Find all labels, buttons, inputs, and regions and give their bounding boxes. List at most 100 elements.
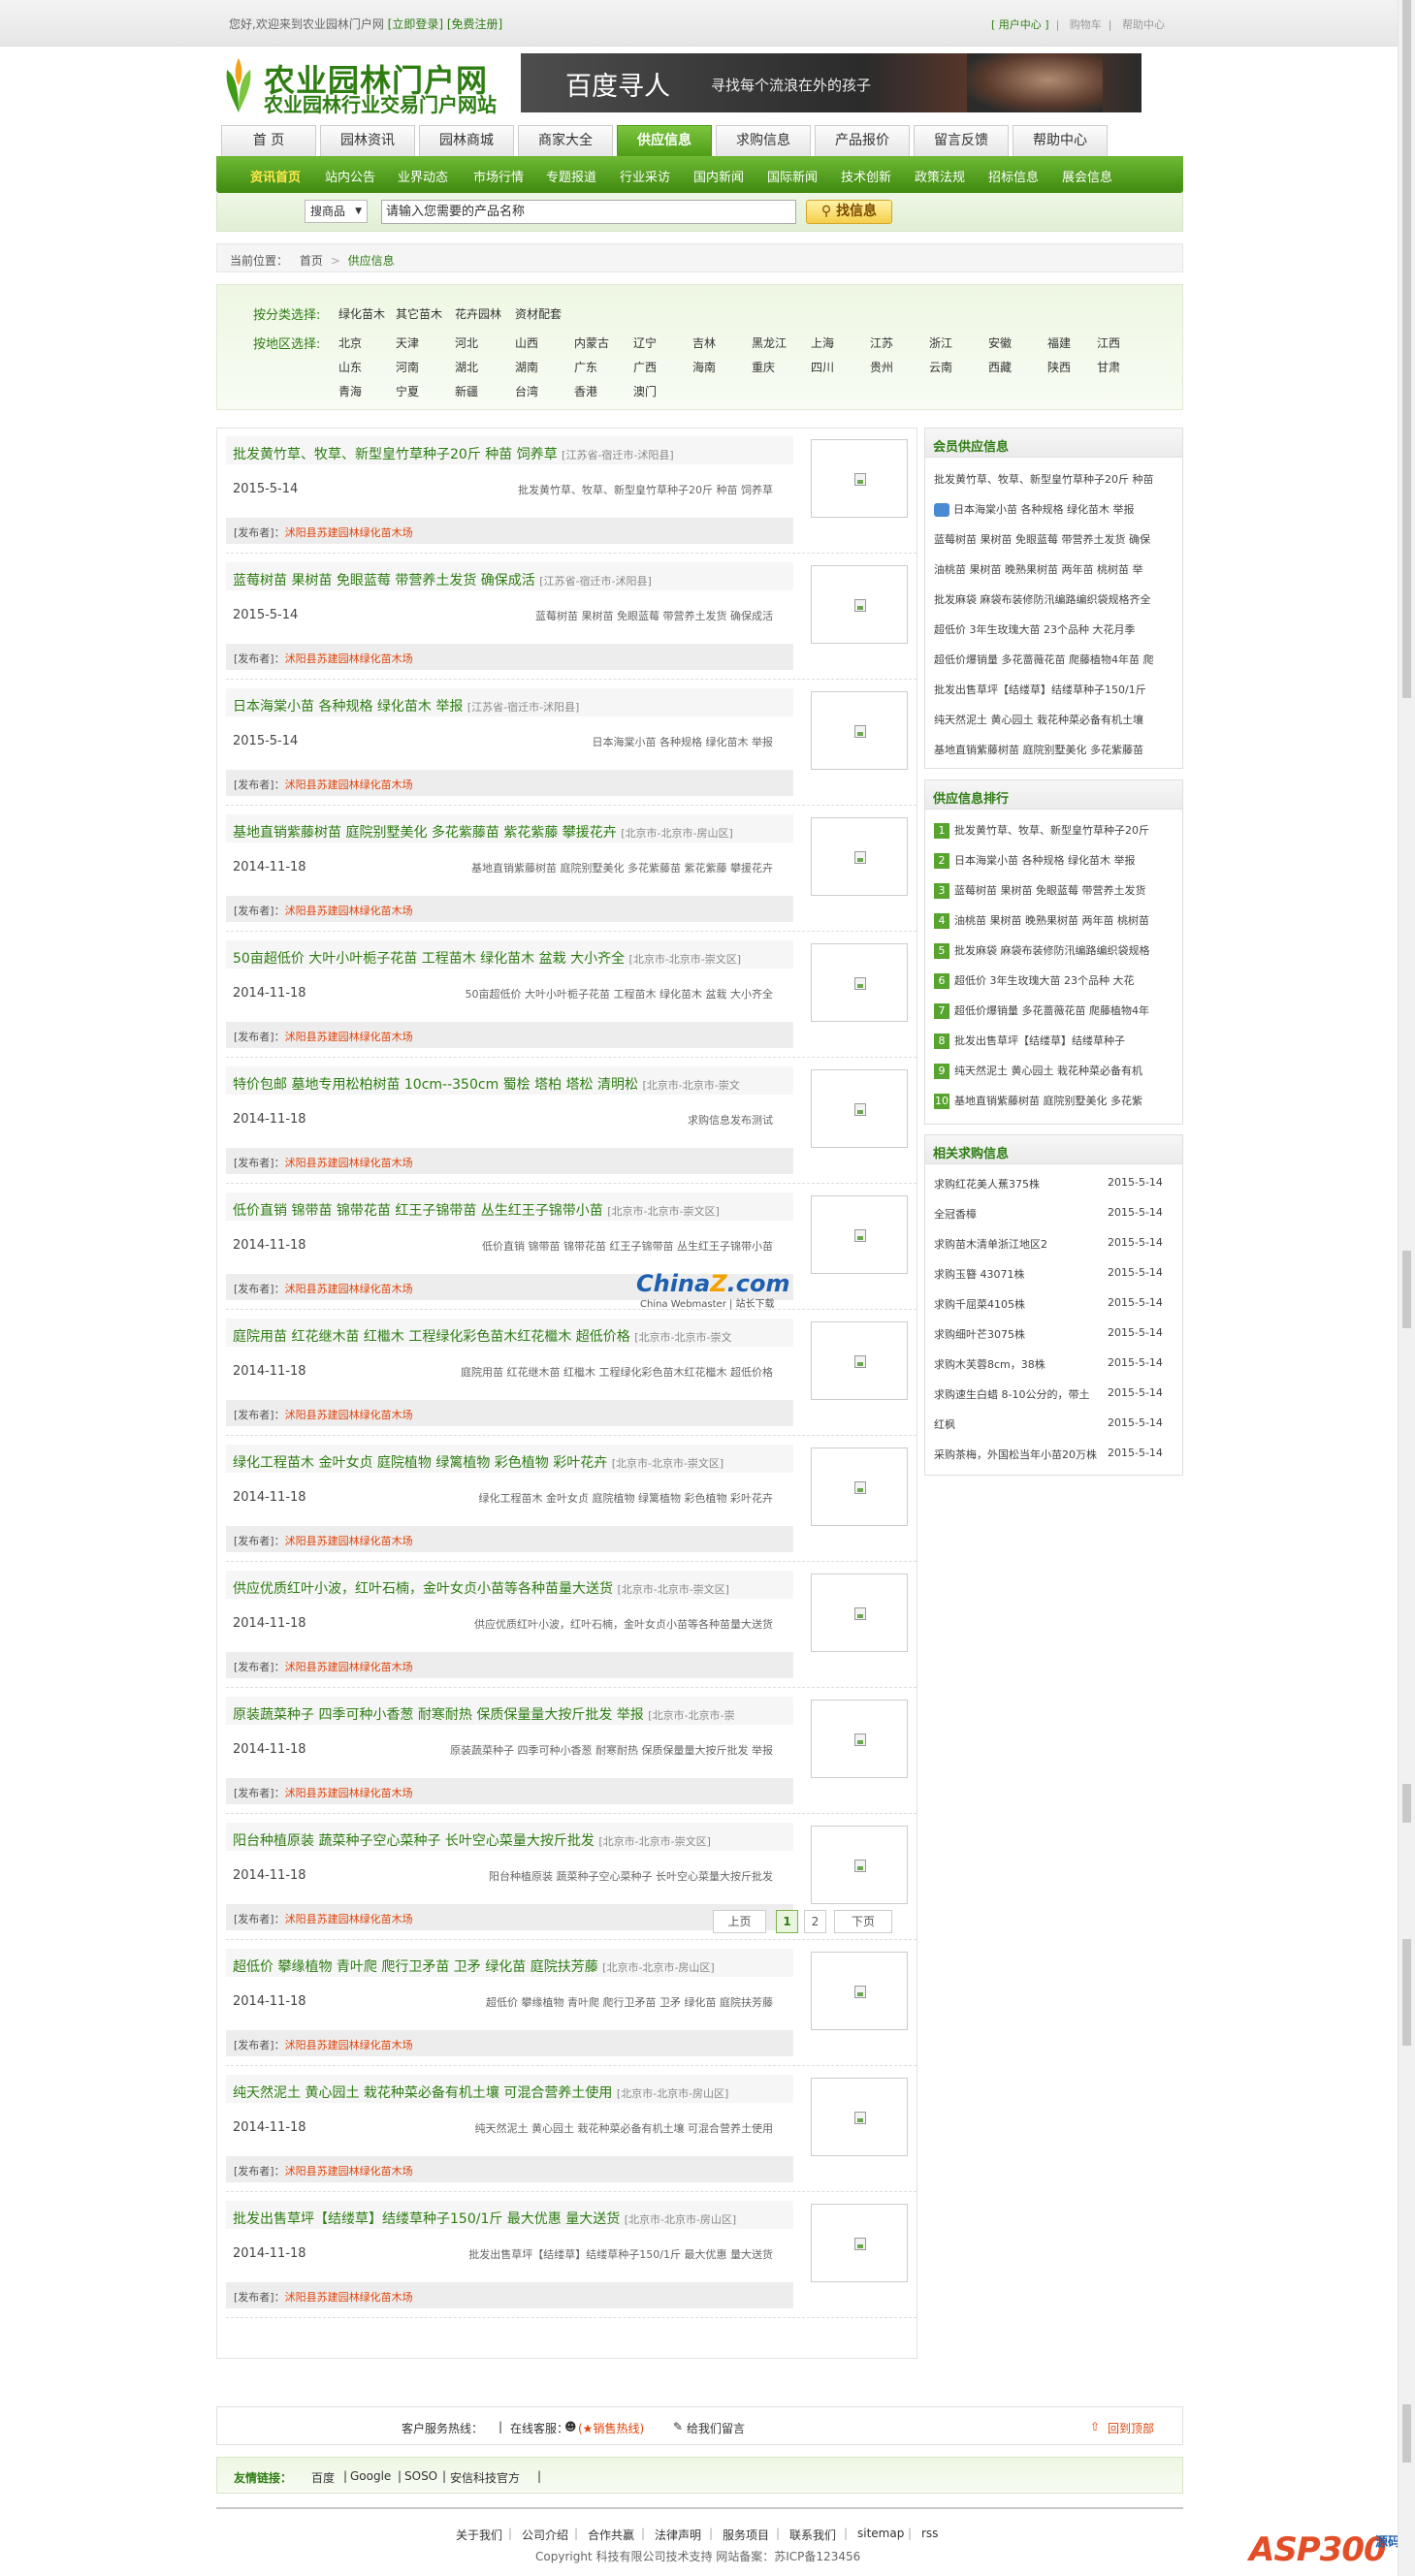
item-thumbnail[interactable] — [811, 1826, 908, 1904]
area-option[interactable]: 广东 — [574, 359, 597, 375]
area-option[interactable]: 宁夏 — [396, 383, 419, 399]
rank-item[interactable]: 4 油桃苗 果树苗 晚熟果树苗 两年苗 桃树苗 — [934, 912, 1174, 929]
supply-item-title[interactable]: 基地直销紫藤树苗 庭院别墅美化 多花紫藤苗 紫花紫藤 攀援花卉 [北京市-北京市… — [226, 814, 793, 843]
tab-supply[interactable]: 供应信息 — [617, 125, 712, 156]
rank-item[interactable]: 10 基地直销紫藤树苗 庭院别墅美化 多花紫 — [934, 1093, 1174, 1109]
item-thumbnail[interactable] — [811, 1447, 908, 1526]
area-option[interactable]: 澳门 — [633, 383, 657, 399]
friend-link-google[interactable]: Google — [350, 2469, 391, 2483]
rank-item[interactable]: 9 纯天然泥土 黄心园土 栽花种菜必备有机 — [934, 1063, 1174, 1079]
area-option[interactable]: 内蒙古 — [574, 334, 609, 351]
item-thumbnail[interactable] — [811, 565, 908, 644]
related-buy-item[interactable]: 求购细叶芒3075株 — [934, 1326, 1107, 1342]
item-thumbnail[interactable] — [811, 691, 908, 770]
area-option[interactable]: 河北 — [455, 334, 478, 351]
member-supply-item[interactable]: 批发麻袋 麻袋布装修防汛编路编织袋规格齐全 — [934, 591, 1174, 607]
site-logo[interactable]: 农业园林门户网 农业园林行业交易门户网站 — [221, 56, 512, 116]
member-supply-item[interactable]: 批发黄竹草、牧草、新型皇竹草种子20斤 种苗 — [934, 471, 1174, 487]
item-thumbnail[interactable] — [811, 1574, 908, 1652]
search-type-select[interactable]: 搜商品 ▼ — [305, 200, 368, 223]
related-buy-item[interactable]: 求购苗木清单浙江地区2 — [934, 1236, 1107, 1252]
rank-item[interactable]: 3 蓝莓树苗 果树苗 免眼蓝莓 带营养土发货 — [934, 882, 1174, 899]
area-option[interactable]: 重庆 — [752, 359, 775, 375]
area-option[interactable]: 浙江 — [929, 334, 952, 351]
area-option[interactable]: 湖南 — [515, 359, 538, 375]
subnav-domestic[interactable]: 国内新闻 — [693, 167, 744, 185]
area-option[interactable]: 云南 — [929, 359, 952, 375]
subnav-international[interactable]: 国际新闻 — [767, 167, 818, 185]
tab-merchants[interactable]: 商家大全 — [518, 125, 613, 156]
subnav-industry[interactable]: 业界动态 — [398, 167, 448, 185]
rank-item[interactable]: 8 批发出售草坪【结缕草】结缕草种子 — [934, 1033, 1174, 1049]
subnav-tenders[interactable]: 招标信息 — [988, 167, 1039, 185]
rank-item[interactable]: 6 超低价 3年生玫瑰大苗 23个品种 大花 — [934, 972, 1174, 989]
item-thumbnail[interactable] — [811, 943, 908, 1022]
page-scrollbar[interactable] — [1398, 0, 1415, 2576]
breadcrumb-home[interactable]: 首页 — [300, 254, 323, 268]
supply-item-title[interactable]: 供应优质红叶小波，红叶石楠，金叶女贞小苗等各种苗量大送货 [北京市-北京市-崇文… — [226, 1571, 793, 1599]
publisher-company-link[interactable]: 沭阳县苏建园林绿化苗木场 — [285, 652, 413, 665]
tab-feedback[interactable]: 留言反馈 — [914, 125, 1009, 156]
publisher-company-link[interactable]: 沭阳县苏建园林绿化苗木场 — [285, 1661, 413, 1673]
related-buy-item[interactable]: 求购木芙蓉8cm，38株 — [934, 1356, 1107, 1372]
item-thumbnail[interactable] — [811, 1700, 908, 1778]
supply-item-title[interactable]: 批发黄竹草、牧草、新型皇竹草种子20斤 种苗 饲养草 [江苏省-宿迁市-沭阳县] — [226, 436, 793, 464]
publisher-company-link[interactable]: 沭阳县苏建园林绿化苗木场 — [285, 1787, 413, 1799]
publisher-company-link[interactable]: 沭阳县苏建园林绿化苗木场 — [285, 1157, 413, 1169]
category-option[interactable]: 其它苗木 — [396, 305, 442, 322]
member-supply-item[interactable]: 纯天然泥土 黄心园土 栽花种菜必备有机土壤 — [934, 712, 1174, 727]
tab-mall[interactable]: 园林商城 — [419, 125, 514, 156]
tab-buy[interactable]: 求购信息 — [716, 125, 811, 156]
footer-link[interactable]: rss — [921, 2527, 938, 2540]
publisher-company-link[interactable]: 沭阳县苏建园林绿化苗木场 — [285, 526, 413, 539]
area-option[interactable]: 海南 — [692, 359, 716, 375]
leave-message-link[interactable]: 给我们留言 — [687, 2420, 745, 2436]
member-supply-item[interactable]: 油桃苗 果树苗 晚熟果树苗 两年苗 桃树苗 举 — [934, 561, 1174, 577]
subnav-tech[interactable]: 技术创新 — [841, 167, 891, 185]
cart-link[interactable]: 购物车 — [1070, 18, 1102, 31]
publisher-company-link[interactable]: 沭阳县苏建园林绿化苗木场 — [285, 1535, 413, 1547]
friend-link-baidu[interactable]: 百度 — [311, 2469, 335, 2486]
breadcrumb-current[interactable]: 供应信息 — [348, 254, 395, 268]
member-supply-item[interactable]: 基地直销紫藤树苗 庭院别墅美化 多花紫藤苗 — [934, 742, 1174, 757]
category-option[interactable]: 资材配套 — [515, 305, 562, 322]
area-option[interactable]: 青海 — [338, 383, 362, 399]
related-buy-item[interactable]: 求购千屈菜4105株 — [934, 1296, 1107, 1312]
area-option[interactable]: 湖北 — [455, 359, 478, 375]
area-option[interactable]: 新疆 — [455, 383, 478, 399]
supply-item-title[interactable]: 原装蔬菜种子 四季可种小香葱 耐寒耐热 保质保量量大按斤批发 举报 [北京市-北… — [226, 1697, 793, 1725]
item-thumbnail[interactable] — [811, 1195, 908, 1274]
area-option[interactable]: 北京 — [338, 334, 362, 351]
footer-link[interactable]: 合作共赢 — [588, 2527, 634, 2543]
area-option[interactable]: 西藏 — [988, 359, 1012, 375]
user-center-link[interactable]: [ 用户中心 ] — [991, 18, 1049, 31]
tab-news[interactable]: 园林资讯 — [320, 125, 415, 156]
item-thumbnail[interactable] — [811, 2204, 908, 2282]
area-option[interactable]: 甘肃 — [1097, 359, 1120, 375]
item-thumbnail[interactable] — [811, 439, 908, 518]
supply-item-title[interactable]: 日本海棠小苗 各种规格 绿化苗木 举报 [江苏省-宿迁市-沭阳县] — [226, 688, 793, 716]
area-option[interactable]: 河南 — [396, 359, 419, 375]
area-option[interactable]: 香港 — [574, 383, 597, 399]
help-link[interactable]: 帮助中心 — [1122, 18, 1165, 31]
area-option[interactable]: 江苏 — [870, 334, 893, 351]
page-1-button[interactable]: 1 — [776, 1910, 798, 1933]
rank-item[interactable]: 1 批发黄竹草、牧草、新型皇竹草种子20斤 — [934, 822, 1174, 839]
item-thumbnail[interactable] — [811, 2078, 908, 2156]
subnav-announcements[interactable]: 站内公告 — [325, 167, 375, 185]
area-option[interactable]: 安徽 — [988, 334, 1012, 351]
friend-link-soso[interactable]: SOSO — [404, 2469, 437, 2483]
member-supply-item[interactable]: 超低价爆销量 多花蔷薇花苗 爬藤植物4年苗 爬 — [934, 652, 1174, 667]
area-option[interactable]: 贵州 — [870, 359, 893, 375]
rank-item[interactable]: 2 日本海棠小苗 各种规格 绿化苗木 举报 — [934, 852, 1174, 869]
category-option[interactable]: 绿化苗木 — [338, 305, 385, 322]
item-thumbnail[interactable] — [811, 1952, 908, 2030]
area-option[interactable]: 天津 — [396, 334, 419, 351]
subnav-news-home[interactable]: 资讯首页 — [250, 167, 301, 185]
item-thumbnail[interactable] — [811, 1321, 908, 1400]
area-option[interactable]: 辽宁 — [633, 334, 657, 351]
subnav-interviews[interactable]: 行业采访 — [620, 167, 670, 185]
member-supply-item[interactable]: 日本海棠小苗 各种规格 绿化苗木 举报 — [934, 501, 1174, 517]
tab-help[interactable]: 帮助中心 — [1013, 125, 1108, 156]
supply-item-title[interactable]: 特价包邮 墓地专用松柏树苗 10cm--350cm 蜀桧 塔柏 塔松 清明松 [… — [226, 1066, 793, 1095]
